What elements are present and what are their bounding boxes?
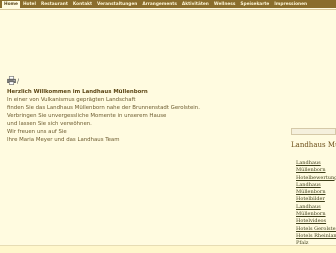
nav-hotel[interactable]: Hotel <box>21 1 38 8</box>
welcome-line: Verbringen Sie unvergessliche Momente in… <box>7 113 167 119</box>
sidebar-link[interactable]: Landhaus <box>296 204 336 211</box>
nav-veranstaltungen[interactable]: Veranstaltungen <box>95 1 139 8</box>
nav-divider <box>0 9 336 10</box>
sidebar-link[interactable]: Müllenborn <box>296 167 336 174</box>
sidebar-link[interactable]: Landhaus <box>296 160 336 167</box>
nav-impressionen[interactable]: Impressionen <box>272 1 309 8</box>
sidebar-title: Landhaus Müllenborn <box>291 141 336 149</box>
sidebar-link[interactable]: Müllenborn <box>296 189 336 196</box>
welcome-line: In einer von Vulkanismus geprägten Lands… <box>7 97 136 103</box>
welcome-line: und lassen Sie sich verwöhnen. <box>7 121 92 127</box>
welcome-text: Herzlich Willkommen im Landhaus Müllenbo… <box>7 88 277 144</box>
welcome-heading: Herzlich Willkommen im Landhaus Müllenbo… <box>7 89 148 95</box>
toolbar-separator: / <box>17 78 20 85</box>
welcome-line: finden Sie das Landhaus Müllenborn nahe … <box>7 105 200 111</box>
nav-wellness[interactable]: Wellness <box>212 1 238 8</box>
nav-arrangements[interactable]: Arrangements <box>140 1 179 8</box>
sidebar-link[interactable]: Hotels Rheinland- <box>296 233 336 240</box>
sidebar-link[interactable]: Landhaus <box>296 182 336 189</box>
top-navigation-bar: Home Hotel Restaurant Kontakt Veranstalt… <box>0 0 336 8</box>
nav-kontakt[interactable]: Kontakt <box>71 1 94 8</box>
nav-speisekarte[interactable]: Speisekarte <box>238 1 271 8</box>
sidebar-link[interactable]: Hotelbilder <box>296 196 336 203</box>
sidebar-link[interactable]: Hotelvideos <box>296 218 336 225</box>
printer-icon[interactable] <box>7 76 16 85</box>
sidebar-link-list: Landhaus Müllenborn Hotelbewertung Landh… <box>296 160 336 248</box>
nav-home[interactable]: Home <box>2 0 20 8</box>
sidebar-link[interactable]: Müllenborn <box>296 211 336 218</box>
sidebar-link[interactable]: Hotels Gerolstein <box>296 226 336 233</box>
nav-restaurant[interactable]: Restaurant <box>39 1 70 8</box>
welcome-line: Ihre Maria Meyer und das Landhaus Team <box>7 137 120 143</box>
nav-aktivitaeten[interactable]: Aktivitäten <box>180 1 211 8</box>
sidebar-link[interactable]: Hotelbewertung <box>296 175 336 182</box>
sidebar-tab <box>291 128 336 135</box>
welcome-line: Wir freuen uns auf Sie <box>7 129 67 135</box>
print-toolbar: / <box>7 76 19 85</box>
